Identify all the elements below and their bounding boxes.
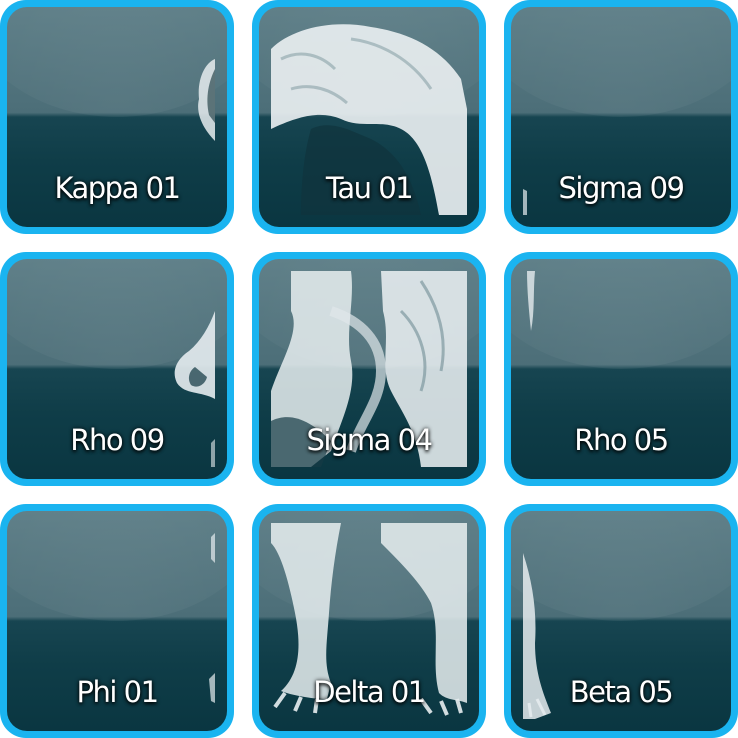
tile-gloss	[259, 511, 479, 621]
tile-label: Rho 05	[574, 423, 669, 457]
tile-gloss	[511, 259, 731, 369]
tile-delta-01[interactable]: Delta 01	[252, 504, 486, 738]
tile-gloss	[7, 7, 227, 117]
tile-face: Sigma 09	[511, 7, 731, 227]
empty-icon	[523, 19, 719, 215]
tile-sigma-09[interactable]: Sigma 09	[504, 0, 738, 234]
tile-label: Kappa 01	[54, 171, 182, 205]
tile-rho-05[interactable]: Rho 05	[504, 252, 738, 486]
tile-face: Sigma 04	[259, 259, 479, 479]
puzzle-tile-grid: Kappa 01 Tau 01 Sigma 09 Rho 09 Sigma 04…	[0, 0, 738, 738]
tile-label: Rho 09	[70, 423, 165, 457]
tile-gloss	[7, 259, 227, 369]
tile-face: Delta 01	[259, 511, 479, 731]
leg-edge-icon	[523, 523, 719, 719]
claw-edge-icon	[19, 271, 215, 467]
tile-gloss	[511, 511, 731, 621]
tile-label: Phi 01	[76, 675, 159, 709]
tile-kappa-01[interactable]: Kappa 01	[0, 0, 234, 234]
tile-rho-09[interactable]: Rho 09	[0, 252, 234, 486]
beast-head-fur-icon	[271, 19, 467, 215]
beast-legs-paws-icon	[271, 523, 467, 719]
tile-label: Delta 01	[313, 675, 426, 709]
tile-label: Beta 05	[569, 675, 674, 709]
tile-phi-01[interactable]: Phi 01	[0, 504, 234, 738]
tile-label: Tau 01	[325, 171, 414, 205]
tile-sigma-04[interactable]: Sigma 04	[252, 252, 486, 486]
tile-beta-05[interactable]: Beta 05	[504, 504, 738, 738]
tile-face: Rho 09	[7, 259, 227, 479]
tile-gloss	[259, 7, 479, 117]
beast-torso-fur-icon	[271, 271, 467, 467]
tile-gloss	[7, 511, 227, 621]
fur-edge-head-icon	[19, 19, 215, 215]
fur-sliver-icon	[523, 271, 719, 467]
tile-face: Rho 05	[511, 259, 731, 479]
tile-face: Beta 05	[511, 511, 731, 731]
tile-face: Kappa 01	[7, 7, 227, 227]
tile-face: Tau 01	[259, 7, 479, 227]
tile-gloss	[511, 7, 731, 117]
tile-gloss	[259, 259, 479, 369]
tile-label: Sigma 04	[306, 423, 433, 457]
tile-tau-01[interactable]: Tau 01	[252, 0, 486, 234]
fur-edge-small-icon	[19, 523, 215, 719]
tile-face: Phi 01	[7, 511, 227, 731]
tile-label: Sigma 09	[558, 171, 685, 205]
